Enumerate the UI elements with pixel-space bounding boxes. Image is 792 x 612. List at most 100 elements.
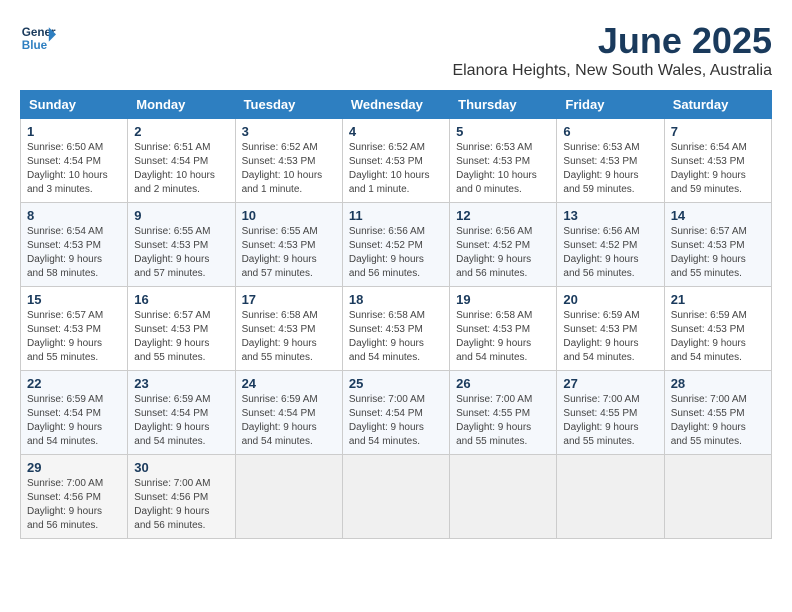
calendar-day-cell: 3 Sunrise: 6:52 AMSunset: 4:53 PMDayligh… bbox=[235, 119, 342, 203]
calendar-day-cell: 10 Sunrise: 6:55 AMSunset: 4:53 PMDaylig… bbox=[235, 203, 342, 287]
calendar-week-row: 8 Sunrise: 6:54 AMSunset: 4:53 PMDayligh… bbox=[21, 203, 772, 287]
day-number: 6 bbox=[563, 124, 657, 139]
calendar-week-row: 22 Sunrise: 6:59 AMSunset: 4:54 PMDaylig… bbox=[21, 371, 772, 455]
day-number: 3 bbox=[242, 124, 336, 139]
calendar-day-cell: 16 Sunrise: 6:57 AMSunset: 4:53 PMDaylig… bbox=[128, 287, 235, 371]
calendar-day-cell: 28 Sunrise: 7:00 AMSunset: 4:55 PMDaylig… bbox=[664, 371, 771, 455]
calendar-day-cell: 25 Sunrise: 7:00 AMSunset: 4:54 PMDaylig… bbox=[342, 371, 449, 455]
calendar-week-row: 15 Sunrise: 6:57 AMSunset: 4:53 PMDaylig… bbox=[21, 287, 772, 371]
calendar-day-header: Sunday bbox=[21, 91, 128, 119]
calendar-day-cell bbox=[557, 455, 664, 539]
day-number: 22 bbox=[27, 376, 121, 391]
day-number: 5 bbox=[456, 124, 550, 139]
day-info: Sunrise: 6:54 AMSunset: 4:53 PMDaylight:… bbox=[671, 142, 747, 195]
day-info: Sunrise: 6:56 AMSunset: 4:52 PMDaylight:… bbox=[563, 226, 639, 279]
day-number: 24 bbox=[242, 376, 336, 391]
calendar-day-cell: 14 Sunrise: 6:57 AMSunset: 4:53 PMDaylig… bbox=[664, 203, 771, 287]
calendar-body: 1 Sunrise: 6:50 AMSunset: 4:54 PMDayligh… bbox=[21, 119, 772, 539]
calendar-week-row: 29 Sunrise: 7:00 AMSunset: 4:56 PMDaylig… bbox=[21, 455, 772, 539]
calendar-day-cell: 9 Sunrise: 6:55 AMSunset: 4:53 PMDayligh… bbox=[128, 203, 235, 287]
day-number: 20 bbox=[563, 292, 657, 307]
day-info: Sunrise: 7:00 AMSunset: 4:55 PMDaylight:… bbox=[671, 394, 747, 447]
day-info: Sunrise: 6:59 AMSunset: 4:53 PMDaylight:… bbox=[671, 310, 747, 363]
calendar-day-header: Monday bbox=[128, 91, 235, 119]
logo-icon: General Blue bbox=[20, 20, 56, 56]
day-info: Sunrise: 6:56 AMSunset: 4:52 PMDaylight:… bbox=[349, 226, 425, 279]
title-area: June 2025 Elanora Heights, New South Wal… bbox=[452, 20, 772, 80]
calendar-day-cell bbox=[342, 455, 449, 539]
calendar-day-cell: 13 Sunrise: 6:56 AMSunset: 4:52 PMDaylig… bbox=[557, 203, 664, 287]
day-number: 19 bbox=[456, 292, 550, 307]
calendar-day-header: Thursday bbox=[450, 91, 557, 119]
day-info: Sunrise: 6:58 AMSunset: 4:53 PMDaylight:… bbox=[242, 310, 318, 363]
calendar-day-cell: 1 Sunrise: 6:50 AMSunset: 4:54 PMDayligh… bbox=[21, 119, 128, 203]
day-info: Sunrise: 6:55 AMSunset: 4:53 PMDaylight:… bbox=[134, 226, 210, 279]
calendar-day-cell: 30 Sunrise: 7:00 AMSunset: 4:56 PMDaylig… bbox=[128, 455, 235, 539]
calendar-day-cell: 19 Sunrise: 6:58 AMSunset: 4:53 PMDaylig… bbox=[450, 287, 557, 371]
day-info: Sunrise: 6:52 AMSunset: 4:53 PMDaylight:… bbox=[349, 142, 430, 195]
day-info: Sunrise: 7:00 AMSunset: 4:55 PMDaylight:… bbox=[456, 394, 532, 447]
day-info: Sunrise: 6:50 AMSunset: 4:54 PMDaylight:… bbox=[27, 142, 108, 195]
day-number: 2 bbox=[134, 124, 228, 139]
day-info: Sunrise: 6:51 AMSunset: 4:54 PMDaylight:… bbox=[134, 142, 215, 195]
calendar-week-row: 1 Sunrise: 6:50 AMSunset: 4:54 PMDayligh… bbox=[21, 119, 772, 203]
logo: General Blue bbox=[20, 20, 56, 56]
calendar-day-cell: 26 Sunrise: 7:00 AMSunset: 4:55 PMDaylig… bbox=[450, 371, 557, 455]
calendar-day-cell: 18 Sunrise: 6:58 AMSunset: 4:53 PMDaylig… bbox=[342, 287, 449, 371]
day-number: 26 bbox=[456, 376, 550, 391]
day-number: 14 bbox=[671, 208, 765, 223]
day-info: Sunrise: 7:00 AMSunset: 4:56 PMDaylight:… bbox=[134, 478, 210, 531]
calendar-day-cell: 27 Sunrise: 7:00 AMSunset: 4:55 PMDaylig… bbox=[557, 371, 664, 455]
day-number: 7 bbox=[671, 124, 765, 139]
day-number: 21 bbox=[671, 292, 765, 307]
calendar-day-cell: 24 Sunrise: 6:59 AMSunset: 4:54 PMDaylig… bbox=[235, 371, 342, 455]
day-info: Sunrise: 6:59 AMSunset: 4:54 PMDaylight:… bbox=[134, 394, 210, 447]
calendar-day-header: Wednesday bbox=[342, 91, 449, 119]
svg-text:Blue: Blue bbox=[22, 39, 48, 52]
calendar-day-cell: 23 Sunrise: 6:59 AMSunset: 4:54 PMDaylig… bbox=[128, 371, 235, 455]
day-number: 23 bbox=[134, 376, 228, 391]
day-info: Sunrise: 6:53 AMSunset: 4:53 PMDaylight:… bbox=[563, 142, 639, 195]
calendar-day-cell: 29 Sunrise: 7:00 AMSunset: 4:56 PMDaylig… bbox=[21, 455, 128, 539]
day-info: Sunrise: 6:58 AMSunset: 4:53 PMDaylight:… bbox=[456, 310, 532, 363]
calendar-day-cell: 7 Sunrise: 6:54 AMSunset: 4:53 PMDayligh… bbox=[664, 119, 771, 203]
calendar-day-cell bbox=[235, 455, 342, 539]
day-info: Sunrise: 6:57 AMSunset: 4:53 PMDaylight:… bbox=[671, 226, 747, 279]
calendar-day-header: Saturday bbox=[664, 91, 771, 119]
day-info: Sunrise: 6:57 AMSunset: 4:53 PMDaylight:… bbox=[134, 310, 210, 363]
calendar-day-cell: 17 Sunrise: 6:58 AMSunset: 4:53 PMDaylig… bbox=[235, 287, 342, 371]
day-info: Sunrise: 6:59 AMSunset: 4:54 PMDaylight:… bbox=[242, 394, 318, 447]
calendar-day-cell: 6 Sunrise: 6:53 AMSunset: 4:53 PMDayligh… bbox=[557, 119, 664, 203]
day-number: 9 bbox=[134, 208, 228, 223]
day-info: Sunrise: 7:00 AMSunset: 4:54 PMDaylight:… bbox=[349, 394, 425, 447]
day-number: 28 bbox=[671, 376, 765, 391]
day-info: Sunrise: 6:56 AMSunset: 4:52 PMDaylight:… bbox=[456, 226, 532, 279]
calendar-day-cell bbox=[664, 455, 771, 539]
day-info: Sunrise: 6:59 AMSunset: 4:54 PMDaylight:… bbox=[27, 394, 103, 447]
calendar-day-cell: 20 Sunrise: 6:59 AMSunset: 4:53 PMDaylig… bbox=[557, 287, 664, 371]
location-subtitle: Elanora Heights, New South Wales, Austra… bbox=[452, 62, 772, 80]
calendar-day-header: Friday bbox=[557, 91, 664, 119]
calendar-day-cell bbox=[450, 455, 557, 539]
day-number: 10 bbox=[242, 208, 336, 223]
day-number: 15 bbox=[27, 292, 121, 307]
day-number: 8 bbox=[27, 208, 121, 223]
day-number: 16 bbox=[134, 292, 228, 307]
calendar-day-cell: 11 Sunrise: 6:56 AMSunset: 4:52 PMDaylig… bbox=[342, 203, 449, 287]
day-info: Sunrise: 6:58 AMSunset: 4:53 PMDaylight:… bbox=[349, 310, 425, 363]
page-header: General Blue June 2025 Elanora Heights, … bbox=[20, 20, 772, 80]
calendar-day-cell: 15 Sunrise: 6:57 AMSunset: 4:53 PMDaylig… bbox=[21, 287, 128, 371]
day-number: 1 bbox=[27, 124, 121, 139]
day-info: Sunrise: 6:54 AMSunset: 4:53 PMDaylight:… bbox=[27, 226, 103, 279]
day-number: 13 bbox=[563, 208, 657, 223]
calendar-day-cell: 22 Sunrise: 6:59 AMSunset: 4:54 PMDaylig… bbox=[21, 371, 128, 455]
month-year-title: June 2025 bbox=[452, 20, 772, 62]
day-info: Sunrise: 6:55 AMSunset: 4:53 PMDaylight:… bbox=[242, 226, 318, 279]
calendar-day-cell: 5 Sunrise: 6:53 AMSunset: 4:53 PMDayligh… bbox=[450, 119, 557, 203]
calendar-header-row: SundayMondayTuesdayWednesdayThursdayFrid… bbox=[21, 91, 772, 119]
day-number: 11 bbox=[349, 208, 443, 223]
day-number: 29 bbox=[27, 460, 121, 475]
day-number: 18 bbox=[349, 292, 443, 307]
calendar-day-cell: 4 Sunrise: 6:52 AMSunset: 4:53 PMDayligh… bbox=[342, 119, 449, 203]
calendar-day-cell: 12 Sunrise: 6:56 AMSunset: 4:52 PMDaylig… bbox=[450, 203, 557, 287]
